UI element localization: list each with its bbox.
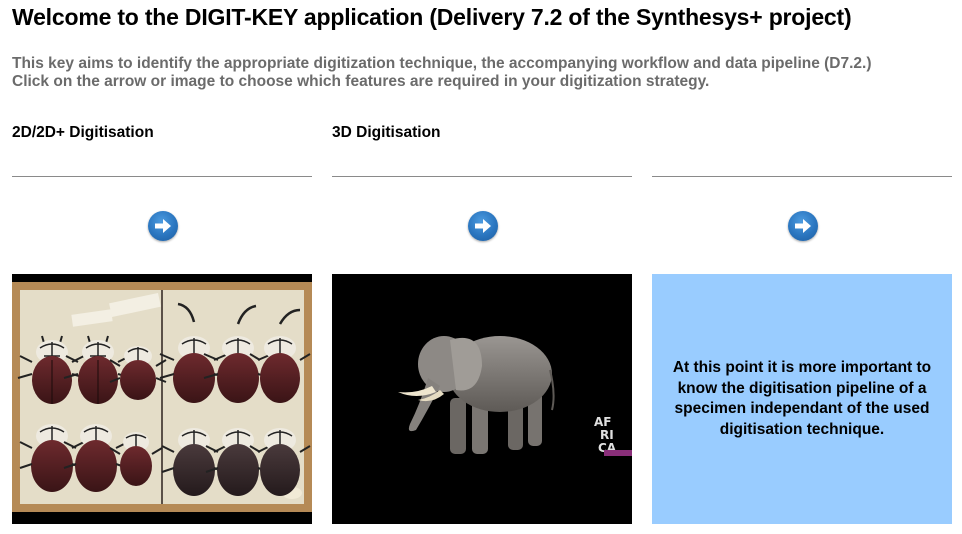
pipeline-info-tile[interactable]: At this point it is more important to kn… xyxy=(652,274,952,524)
divider xyxy=(652,176,952,177)
svg-text:RI: RI xyxy=(600,428,614,442)
arrow-right-circle-icon[interactable] xyxy=(148,211,178,241)
beetle-specimen-image[interactable] xyxy=(12,274,312,524)
column-3d-digitisation: 3D Digitisation AF RI CA xyxy=(332,0,632,534)
elephant-3d-image[interactable]: AF RI CA xyxy=(332,274,632,524)
pipeline-info-text: At this point it is more important to kn… xyxy=(672,359,932,438)
column-title: 2D/2D+ Digitisation xyxy=(12,124,154,141)
column-2d-digitisation: 2D/2D+ Digitisation xyxy=(12,0,312,534)
divider xyxy=(12,176,312,177)
arrow-right-circle-icon[interactable] xyxy=(468,211,498,241)
divider xyxy=(332,176,632,177)
column-title: 3D Digitisation xyxy=(332,124,441,141)
arrow-right-circle-icon[interactable] xyxy=(788,211,818,241)
column-pipeline: At this point it is more important to kn… xyxy=(652,0,952,534)
svg-text:AF: AF xyxy=(594,415,611,429)
